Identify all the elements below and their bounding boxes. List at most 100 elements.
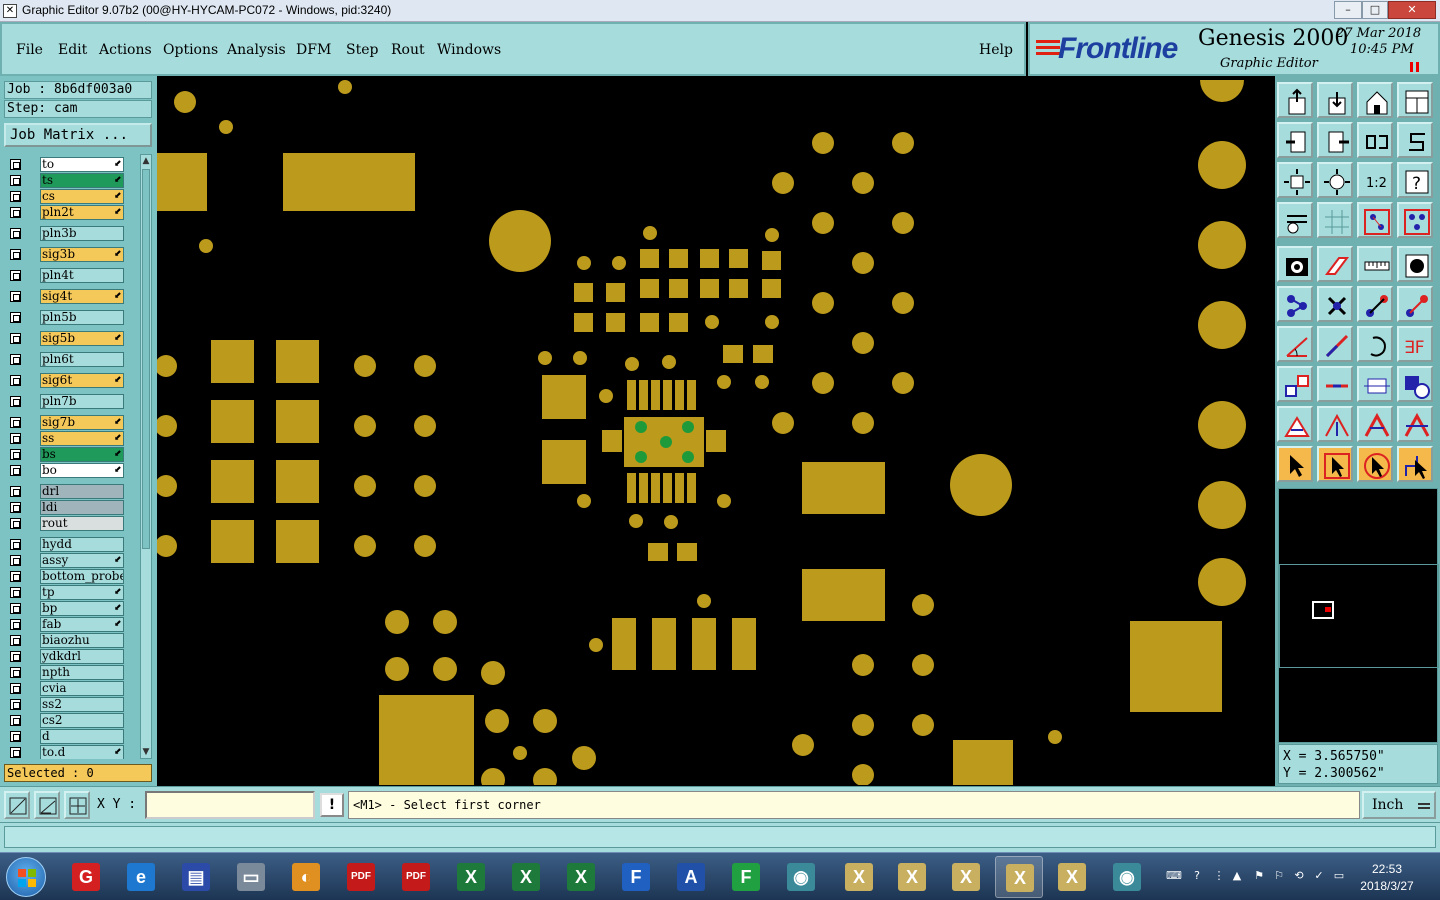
pad-round[interactable] [513,746,527,760]
taskbar-xwin-3-button[interactable]: X [942,856,990,898]
pad-rect[interactable] [687,380,696,410]
menu-help[interactable]: Help [979,42,1013,58]
pad-rect[interactable] [211,340,254,383]
maximize-button[interactable]: □ [1362,1,1388,19]
pad-round[interactable] [852,332,874,354]
pad-rect[interactable] [640,279,659,298]
network-tray-icon[interactable]: ⚑ [1252,869,1266,883]
pad-round[interactable] [912,714,934,736]
pad-round[interactable] [772,172,794,194]
minimize-button[interactable]: – [1334,1,1362,19]
tool-camera-button[interactable] [1277,246,1313,282]
pad-rect[interactable] [651,473,660,503]
pad-rect[interactable] [677,543,697,561]
pad-round[interactable] [705,315,719,329]
pad-rect[interactable] [612,618,636,670]
layer-row-to-d[interactable]: to.d ⬋ [4,745,128,759]
pad-round[interactable] [1198,558,1246,606]
layer-row-assy[interactable]: assy ⬋ [4,553,128,568]
pad-round[interactable] [433,610,457,634]
layer-name[interactable]: drl [40,484,124,499]
pad-round[interactable] [354,535,376,557]
pad-rect[interactable] [627,380,636,410]
pad-round[interactable] [1198,401,1246,449]
layer-name[interactable]: pln5b [40,310,124,325]
tool-cross-button[interactable] [1317,286,1353,322]
menu-edit[interactable]: Edit [58,42,87,58]
pad-round[interactable] [812,292,834,314]
pad-rect[interactable] [706,430,726,452]
taskbar-pdf-2-button[interactable]: PDF [392,856,440,898]
pad-round[interactable] [157,535,177,557]
pad-round[interactable] [1198,141,1246,189]
layer-checkbox[interactable] [10,159,21,170]
layer-row-pln4t[interactable]: pln4t [4,268,128,283]
layer-name[interactable]: pln6t [40,352,124,367]
pad-rect[interactable] [157,153,207,211]
pad-round[interactable] [664,515,678,529]
pad-rect[interactable] [1130,621,1222,712]
layer-row-ss2[interactable]: ss2 [4,697,128,712]
sync-tray-icon[interactable]: ⟲ [1292,869,1306,883]
pad-rect[interactable] [732,618,756,670]
flag-tray-icon[interactable]: ⚐ [1272,869,1286,883]
tool-ruler-button[interactable] [1357,246,1393,282]
tool-pointer-button[interactable] [1277,446,1313,482]
layer-checkbox[interactable] [10,175,21,186]
layer-row-pln2t[interactable]: pln2t ⬋ [4,205,128,220]
pad-rect[interactable] [669,249,688,268]
layer-checkbox[interactable] [10,651,21,662]
taskbar-save-disk-button[interactable]: ▤ [172,856,220,898]
pad-rect[interactable] [669,279,688,298]
layer-row-pln6t[interactable]: pln6t [4,352,128,367]
pad-round[interactable] [717,494,731,508]
pad-rect[interactable] [640,313,659,332]
pad-rect[interactable] [574,283,593,302]
pad-round[interactable] [338,80,352,94]
menu-step[interactable]: Step [346,42,378,58]
units-select[interactable]: Inch [1362,791,1436,819]
keyboard-icon[interactable]: ⌨ [1166,869,1182,883]
layer-row-pln3b[interactable]: pln3b [4,226,128,241]
pad-rect[interactable] [700,249,719,268]
menu-options[interactable]: Options [163,42,218,58]
tool-arrow-b-button[interactable] [1397,406,1433,442]
scroll-thumb[interactable] [142,169,150,549]
xy-input[interactable] [145,791,315,819]
pad-round[interactable] [481,661,505,685]
layer-checkbox[interactable] [10,449,21,460]
pad-round[interactable] [354,475,376,497]
layer-row-bs[interactable]: bs ⬋ [4,447,128,462]
pad-round[interactable] [912,654,934,676]
pad-round[interactable] [852,714,874,736]
taskbar-genesis-app-button[interactable]: G [62,856,110,898]
bga-ball[interactable] [682,451,694,463]
taskbar-excel-2-button[interactable]: X [502,856,550,898]
layer-name[interactable]: to.d [40,745,124,759]
pad-rect[interactable] [762,279,781,298]
taskbar-ie-button[interactable]: e [117,856,165,898]
pad-round[interactable] [755,375,769,389]
pad-round[interactable] [1198,481,1246,529]
pad-round[interactable] [612,256,626,270]
layer-name[interactable]: sig4t [40,289,124,304]
pad-rect[interactable] [627,473,636,503]
layer-checkbox[interactable] [10,291,21,302]
layer-name[interactable]: pln2t [40,205,124,220]
taskbar-xwin-2-button[interactable]: X [888,856,936,898]
pad-round[interactable] [892,132,914,154]
pad-round[interactable] [572,746,596,770]
layer-row-npth[interactable]: npth [4,665,128,680]
layer-checkbox[interactable] [10,375,21,386]
tool-box-move-button[interactable] [1277,366,1313,402]
taskbar-xwin-1-button[interactable]: X [835,856,883,898]
layer-checkbox[interactable] [10,333,21,344]
layer-row-ydkdrl[interactable]: ydkdrl [4,649,128,664]
pad-rect[interactable] [651,380,660,410]
layer-row-cs2[interactable]: cs2 [4,713,128,728]
taskbar-eye-button[interactable]: ◉ [777,856,825,898]
pad-rect[interactable] [687,473,696,503]
bga-ball[interactable] [682,421,694,433]
pad-round[interactable] [489,210,551,272]
layer-checkbox[interactable] [10,207,21,218]
